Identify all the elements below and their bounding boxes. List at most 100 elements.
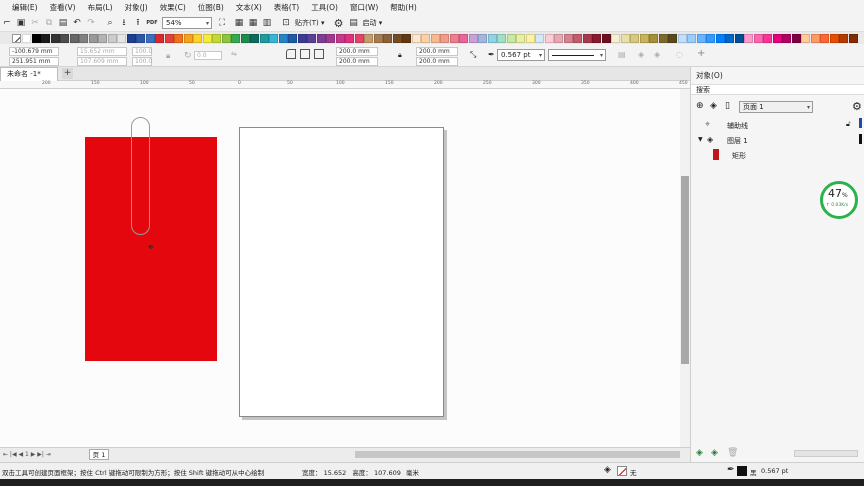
menu-item[interactable]: 位图(B)	[198, 2, 224, 13]
color-swatch[interactable]	[554, 33, 563, 43]
snap-icon[interactable]: ⊡	[280, 17, 292, 29]
options-gear-icon[interactable]: ⚙	[333, 17, 345, 30]
color-swatch[interactable]	[820, 33, 829, 43]
outline-pen-icon[interactable]: ✒	[488, 50, 495, 59]
color-swatch[interactable]	[307, 33, 316, 43]
color-swatch[interactable]	[98, 33, 107, 43]
lock-ratio-icon[interactable]: 🔒︎	[166, 51, 170, 61]
corner-radius-bottom-left[interactable]: 200.0 mm	[336, 57, 378, 66]
color-swatch[interactable]	[658, 33, 668, 43]
color-swatch[interactable]	[326, 33, 335, 43]
color-swatch[interactable]	[696, 33, 706, 43]
color-swatch[interactable]	[41, 33, 50, 43]
color-swatch[interactable]	[354, 33, 364, 43]
color-swatch[interactable]	[240, 33, 250, 43]
color-swatch[interactable]	[174, 33, 183, 43]
cut-icon[interactable]: ✂	[29, 17, 41, 29]
color-swatch[interactable]	[459, 33, 468, 43]
color-swatch[interactable]	[88, 33, 98, 43]
color-swatch[interactable]	[402, 33, 411, 43]
color-swatch[interactable]	[288, 33, 297, 43]
color-swatch[interactable]	[829, 33, 839, 43]
scale-y-field[interactable]: 100.0	[132, 57, 152, 66]
outline-width-select[interactable]: 0.567 pt ▾	[497, 49, 545, 61]
color-swatch[interactable]	[269, 33, 278, 43]
color-swatch[interactable]	[335, 33, 345, 43]
color-swatch[interactable]	[345, 33, 354, 43]
color-swatch[interactable]	[782, 33, 791, 43]
color-swatch[interactable]	[31, 33, 41, 43]
menu-item[interactable]: 布局(L)	[88, 2, 113, 13]
color-swatch[interactable]	[411, 33, 421, 43]
guidelines-icon[interactable]: ▥	[261, 17, 273, 29]
color-swatch[interactable]	[250, 33, 259, 43]
color-swatch[interactable]	[183, 33, 193, 43]
color-swatch[interactable]	[202, 33, 212, 43]
color-swatch[interactable]	[145, 33, 155, 43]
color-swatch[interactable]	[763, 33, 772, 43]
color-swatch[interactable]	[221, 33, 231, 43]
relative-scaling-icon[interactable]: ⤡	[470, 50, 476, 60]
search-field[interactable]: 搜索	[691, 84, 864, 95]
chamfer-corner-icon[interactable]	[314, 49, 324, 59]
lock-corners-icon[interactable]: 🔒︎	[398, 51, 402, 60]
launch-button[interactable]: 启动 ▾	[363, 18, 383, 28]
color-swatch[interactable]	[563, 33, 573, 43]
page-icon[interactable]: ▯	[725, 101, 730, 111]
to-front-icon[interactable]: ◈	[638, 50, 644, 59]
corner-radius-top-left[interactable]: 200.0 mm	[336, 47, 378, 56]
lock-icon[interactable]: 🔓︎	[846, 120, 851, 129]
scallop-corner-icon[interactable]	[300, 49, 310, 59]
color-swatch[interactable]	[231, 33, 240, 43]
grid-icon[interactable]: ▦	[247, 17, 259, 29]
corner-radius-bottom-right[interactable]: 200.0 mm	[416, 57, 458, 66]
color-swatch[interactable]	[392, 33, 402, 43]
color-swatch[interactable]	[155, 33, 164, 43]
color-swatch[interactable]	[687, 33, 696, 43]
pdf-icon[interactable]: PDF	[146, 17, 158, 29]
color-swatch[interactable]	[639, 33, 649, 43]
color-swatch[interactable]	[107, 33, 117, 43]
color-swatch[interactable]	[259, 33, 269, 43]
new-document-icon[interactable]: +	[62, 68, 73, 79]
rulers-icon[interactable]: ▦	[233, 17, 245, 29]
color-swatch[interactable]	[506, 33, 516, 43]
convert-curves-icon[interactable]: ◌	[676, 50, 683, 59]
mirror-icon[interactable]: ⇋	[231, 50, 237, 58]
color-swatch[interactable]	[630, 33, 639, 43]
color-swatch[interactable]	[544, 33, 554, 43]
color-swatch[interactable]	[791, 33, 801, 43]
width-field[interactable]: 15.652 mm	[77, 47, 127, 56]
color-swatch[interactable]	[193, 33, 202, 43]
vertical-scroll-thumb[interactable]	[681, 176, 689, 364]
color-swatch[interactable]	[79, 33, 88, 43]
undo-icon[interactable]: ↶	[71, 17, 83, 29]
horizontal-ruler[interactable]: 200 150 100 50 0 50 100 150 200 250 300 350 400 450	[0, 81, 690, 89]
guides-layer[interactable]: 辅助线	[727, 121, 748, 131]
open-icon[interactable]: ⌐	[1, 17, 13, 29]
color-swatch[interactable]	[164, 33, 174, 43]
color-swatch[interactable]	[316, 33, 326, 43]
color-swatch[interactable]	[582, 33, 592, 43]
color-swatch[interactable]	[373, 33, 383, 43]
no-color-swatch[interactable]	[12, 33, 21, 43]
paste-icon[interactable]: ▤	[57, 17, 69, 29]
color-swatch[interactable]	[677, 33, 687, 43]
color-swatch[interactable]	[725, 33, 734, 43]
outline-pen-status-icon[interactable]: ✒	[727, 465, 735, 475]
zoom-slider[interactable]	[794, 450, 858, 457]
round-corner-icon[interactable]	[286, 49, 296, 59]
color-swatch[interactable]	[69, 33, 79, 43]
color-swatch[interactable]	[117, 33, 126, 43]
import-icon[interactable]: ⭳	[118, 17, 130, 29]
color-swatch[interactable]	[22, 33, 31, 43]
save-icon[interactable]: ▣	[15, 17, 27, 29]
add-icon[interactable]: +	[697, 48, 705, 59]
color-swatch[interactable]	[839, 33, 848, 43]
color-swatch[interactable]	[601, 33, 611, 43]
color-swatch[interactable]	[715, 33, 725, 43]
redo-icon[interactable]: ↷	[85, 17, 97, 29]
color-swatch[interactable]	[801, 33, 810, 43]
rectangle-object[interactable]: 矩形	[732, 151, 746, 161]
delete-icon[interactable]: 🗑︎	[727, 448, 738, 458]
